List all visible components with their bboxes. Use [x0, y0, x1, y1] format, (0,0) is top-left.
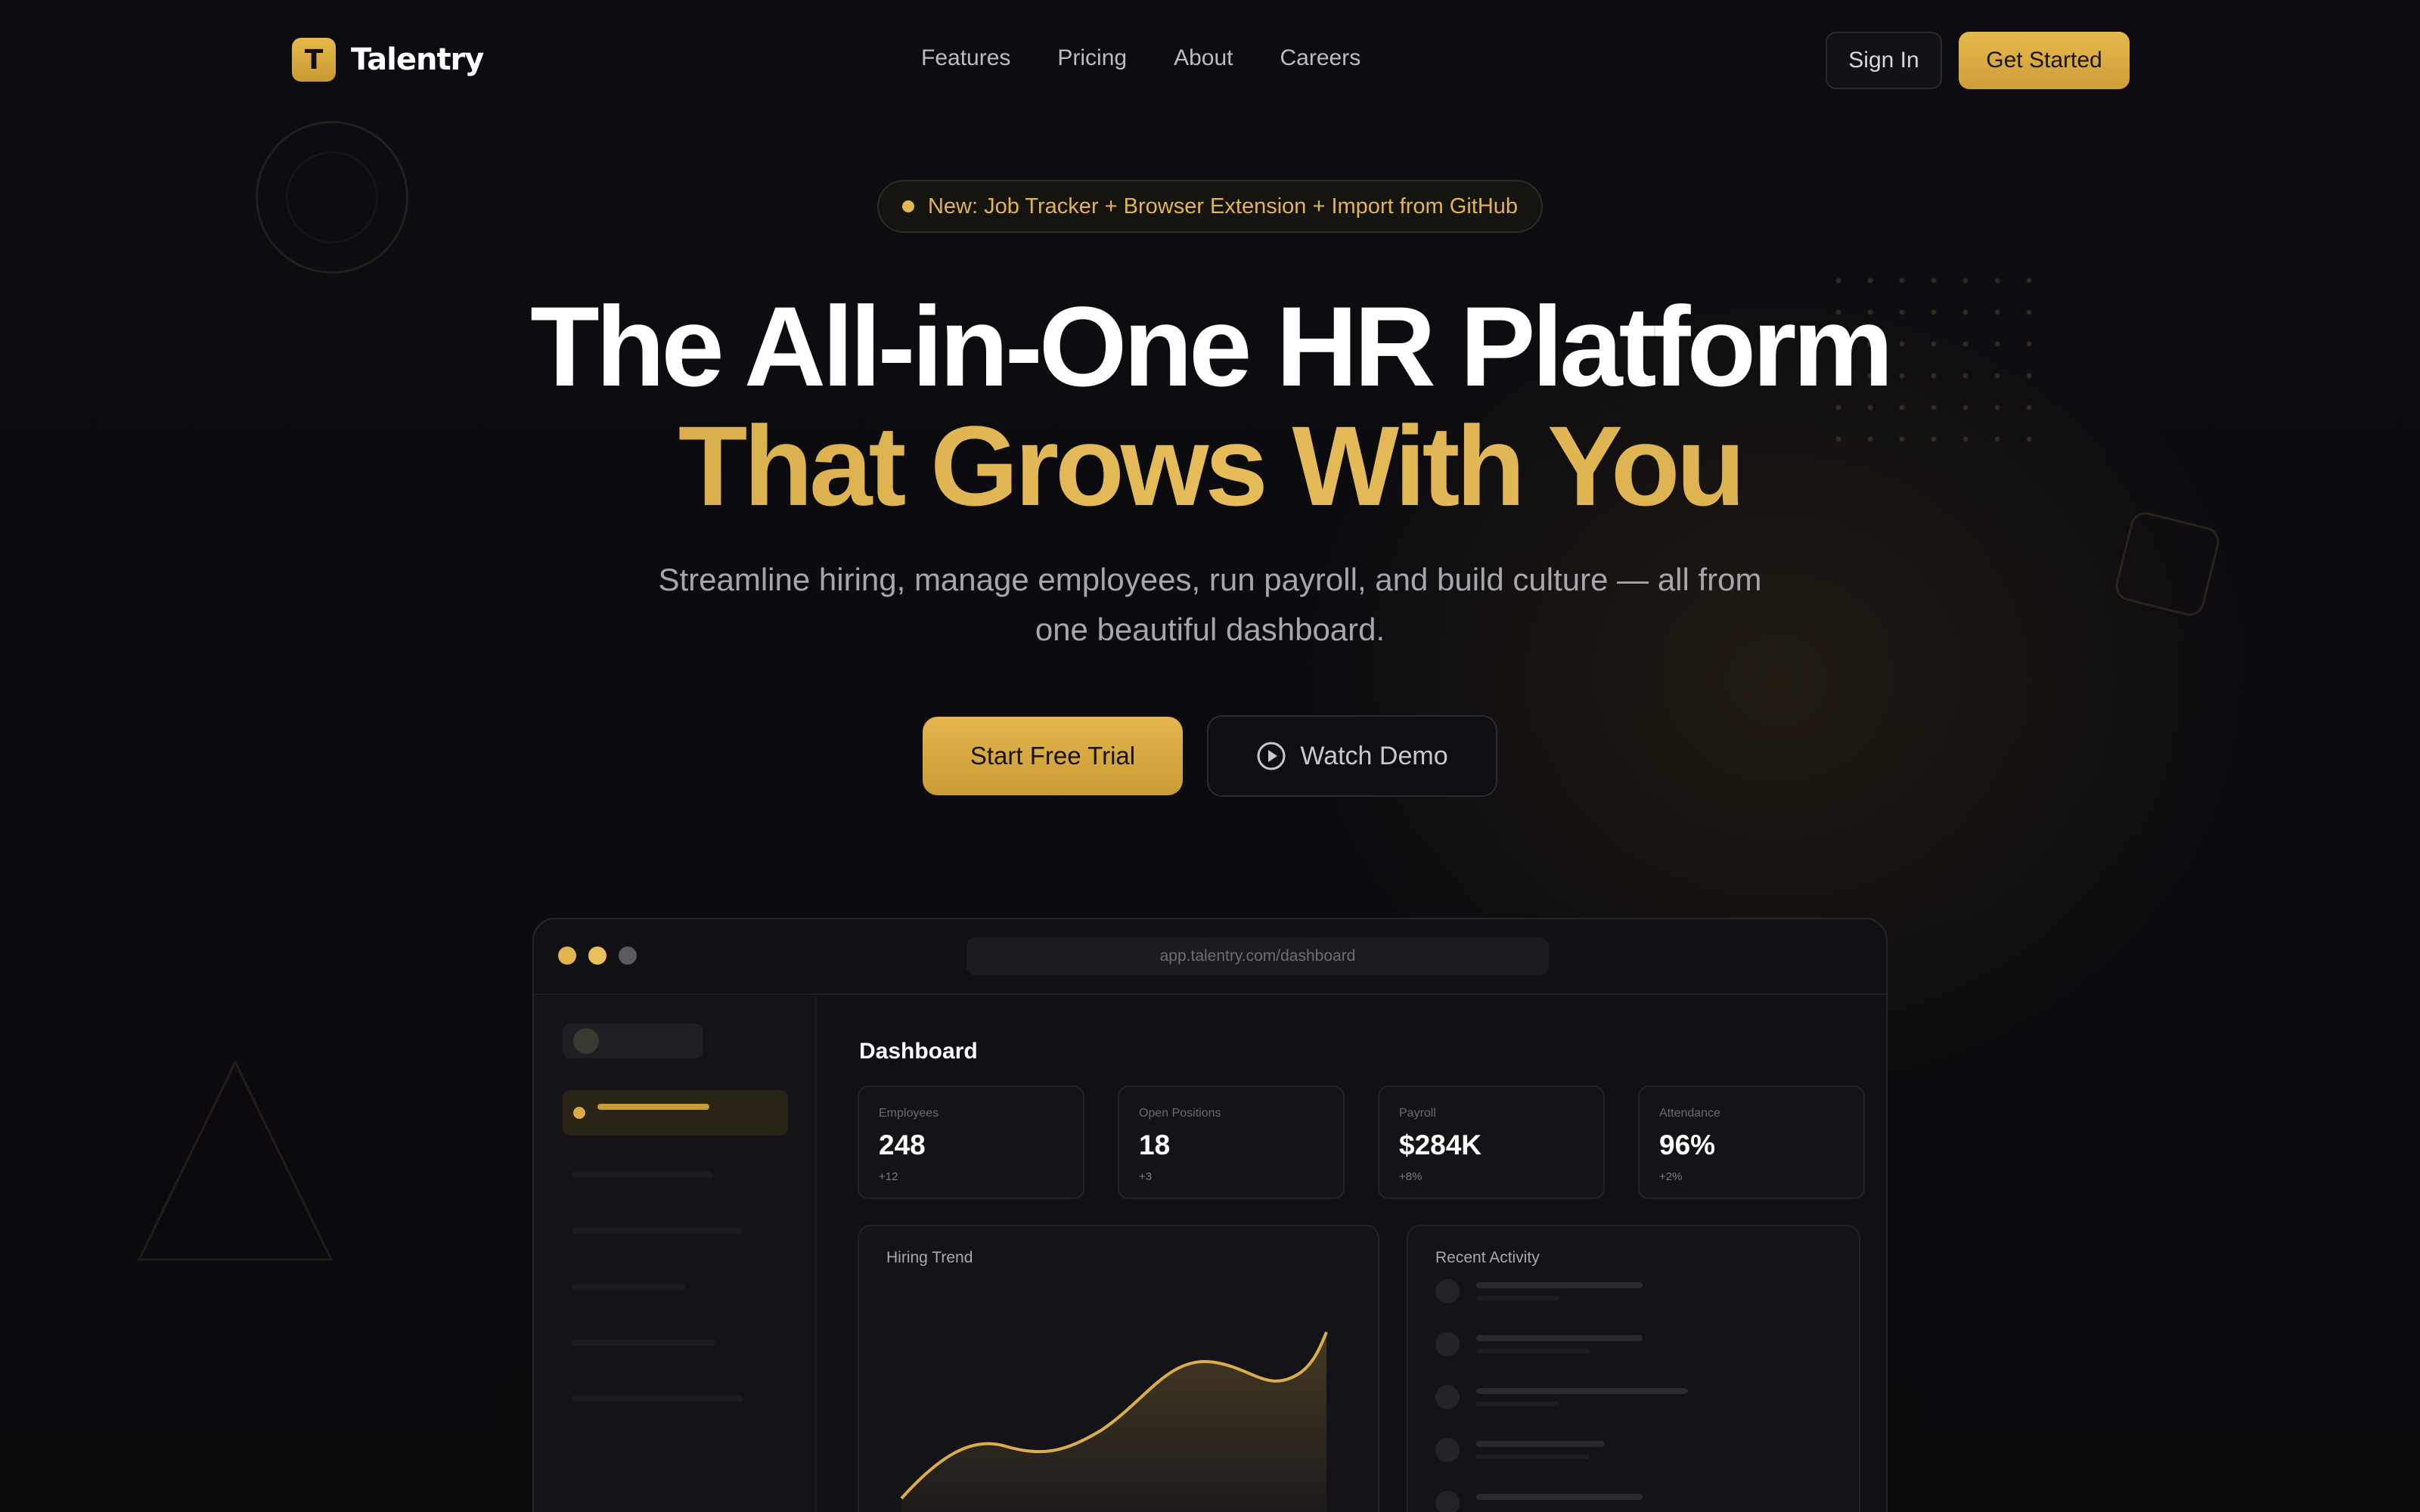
- preview-sidebar: [534, 996, 817, 1512]
- sidebar-workspace-pill: [563, 1024, 703, 1058]
- stat-card-attendance: Attendance 96% +2%: [1638, 1086, 1865, 1199]
- stat-value: $284K: [1399, 1129, 1482, 1160]
- dashboard-title: Dashboard: [859, 1039, 978, 1064]
- hero-subtitle: Streamline hiring, manage employees, run…: [658, 562, 1762, 647]
- decorative-ring-inner: [286, 151, 378, 243]
- logo[interactable]: T Talentry: [292, 38, 484, 82]
- stat-label: Open Positions: [1139, 1107, 1221, 1120]
- stat-delta: +8%: [1399, 1170, 1423, 1183]
- browser-toolbar: app.talentry.com/dashboard: [534, 919, 1886, 995]
- sign-in-button[interactable]: Sign In: [1826, 32, 1942, 89]
- dashboard-preview: app.talentry.com/dashboard Dashboard Emp…: [532, 918, 1888, 1512]
- badge-dot-icon: [901, 200, 914, 212]
- badge-text: New: Job Tracker + Browser Extension + I…: [927, 194, 1519, 218]
- sidebar-item-icon: [573, 1107, 585, 1119]
- nav-link-careers[interactable]: Careers: [1280, 45, 1361, 71]
- stat-label: Payroll: [1399, 1107, 1436, 1120]
- announcement-badge[interactable]: New: Job Tracker + Browser Extension + I…: [877, 180, 1543, 233]
- activity-subline: [1476, 1402, 1559, 1406]
- stat-value: 18: [1139, 1129, 1171, 1160]
- activity-subline: [1476, 1296, 1559, 1300]
- activity-line: [1476, 1494, 1643, 1500]
- activity-subline: [1476, 1349, 1590, 1353]
- start-free-trial-button[interactable]: Start Free Trial: [923, 717, 1183, 795]
- sidebar-item-placeholder: [572, 1284, 685, 1290]
- sidebar-item-placeholder: [572, 1228, 743, 1234]
- activity-line: [1476, 1388, 1688, 1394]
- sidebar-item-placeholder: [572, 1172, 712, 1178]
- sidebar-item-label-placeholder: [597, 1104, 709, 1110]
- activity-subline: [1476, 1455, 1590, 1459]
- stat-delta: +12: [879, 1170, 898, 1183]
- stat-value: 96%: [1659, 1129, 1716, 1160]
- hiring-trend-panel: Hiring Trend: [858, 1225, 1379, 1512]
- avatar: [1435, 1438, 1460, 1462]
- logo-icon: T: [292, 38, 336, 82]
- stat-card-payroll: Payroll $284K +8%: [1378, 1086, 1605, 1199]
- list-item: [1435, 1279, 1844, 1332]
- nav-link-features[interactable]: Features: [921, 45, 1010, 71]
- window-dot-maximize: [619, 947, 637, 965]
- window-dot-close: [558, 947, 576, 965]
- play-circle-icon: [1257, 742, 1286, 770]
- avatar: [1435, 1385, 1460, 1409]
- watch-demo-button[interactable]: Watch Demo: [1207, 715, 1497, 797]
- nav-links: Features Pricing About Careers: [921, 45, 1360, 71]
- activity-list: [1435, 1279, 1844, 1512]
- stat-card-employees: Employees 248 +12: [858, 1086, 1084, 1199]
- window-dot-minimize: [588, 947, 607, 965]
- list-item: [1435, 1385, 1844, 1438]
- address-bar: app.talentry.com/dashboard: [966, 937, 1549, 975]
- stat-card-open-positions: Open Positions 18 +3: [1118, 1086, 1345, 1199]
- hiring-trend-sparkline: [900, 1331, 1328, 1512]
- list-item: [1435, 1491, 1844, 1512]
- list-item: [1435, 1332, 1844, 1385]
- sidebar-item-placeholder: [572, 1340, 715, 1346]
- sidebar-item-placeholder: [572, 1396, 743, 1402]
- headline-line-1: The All-in-One HR Platform: [530, 283, 1894, 410]
- avatar: [573, 1028, 599, 1054]
- list-item: [1435, 1438, 1844, 1491]
- get-started-button[interactable]: Get Started: [1959, 32, 2130, 89]
- watch-demo-label: Watch Demo: [1300, 741, 1448, 770]
- sidebar-item-active: [563, 1090, 788, 1136]
- headline-line-2: That Grows With You: [0, 405, 2420, 526]
- panel-title: Recent Activity: [1435, 1249, 1540, 1266]
- stat-delta: +2%: [1659, 1170, 1683, 1183]
- nav-link-pricing[interactable]: Pricing: [1057, 45, 1127, 71]
- avatar: [1435, 1332, 1460, 1356]
- stat-value: 248: [879, 1129, 926, 1160]
- decorative-triangle: [137, 1059, 334, 1261]
- stat-label: Attendance: [1659, 1107, 1720, 1120]
- top-navigation: T Talentry Features Pricing About Career…: [0, 0, 2420, 121]
- activity-line: [1476, 1441, 1605, 1447]
- recent-activity-panel: Recent Activity: [1407, 1225, 1860, 1512]
- avatar: [1435, 1491, 1460, 1512]
- nav-link-about[interactable]: About: [1174, 45, 1233, 71]
- brand-name: Talentry: [351, 42, 484, 77]
- stat-delta: +3: [1139, 1170, 1153, 1183]
- activity-line: [1476, 1282, 1643, 1288]
- stat-label: Employees: [879, 1107, 939, 1120]
- activity-line: [1476, 1335, 1643, 1341]
- avatar: [1435, 1279, 1460, 1303]
